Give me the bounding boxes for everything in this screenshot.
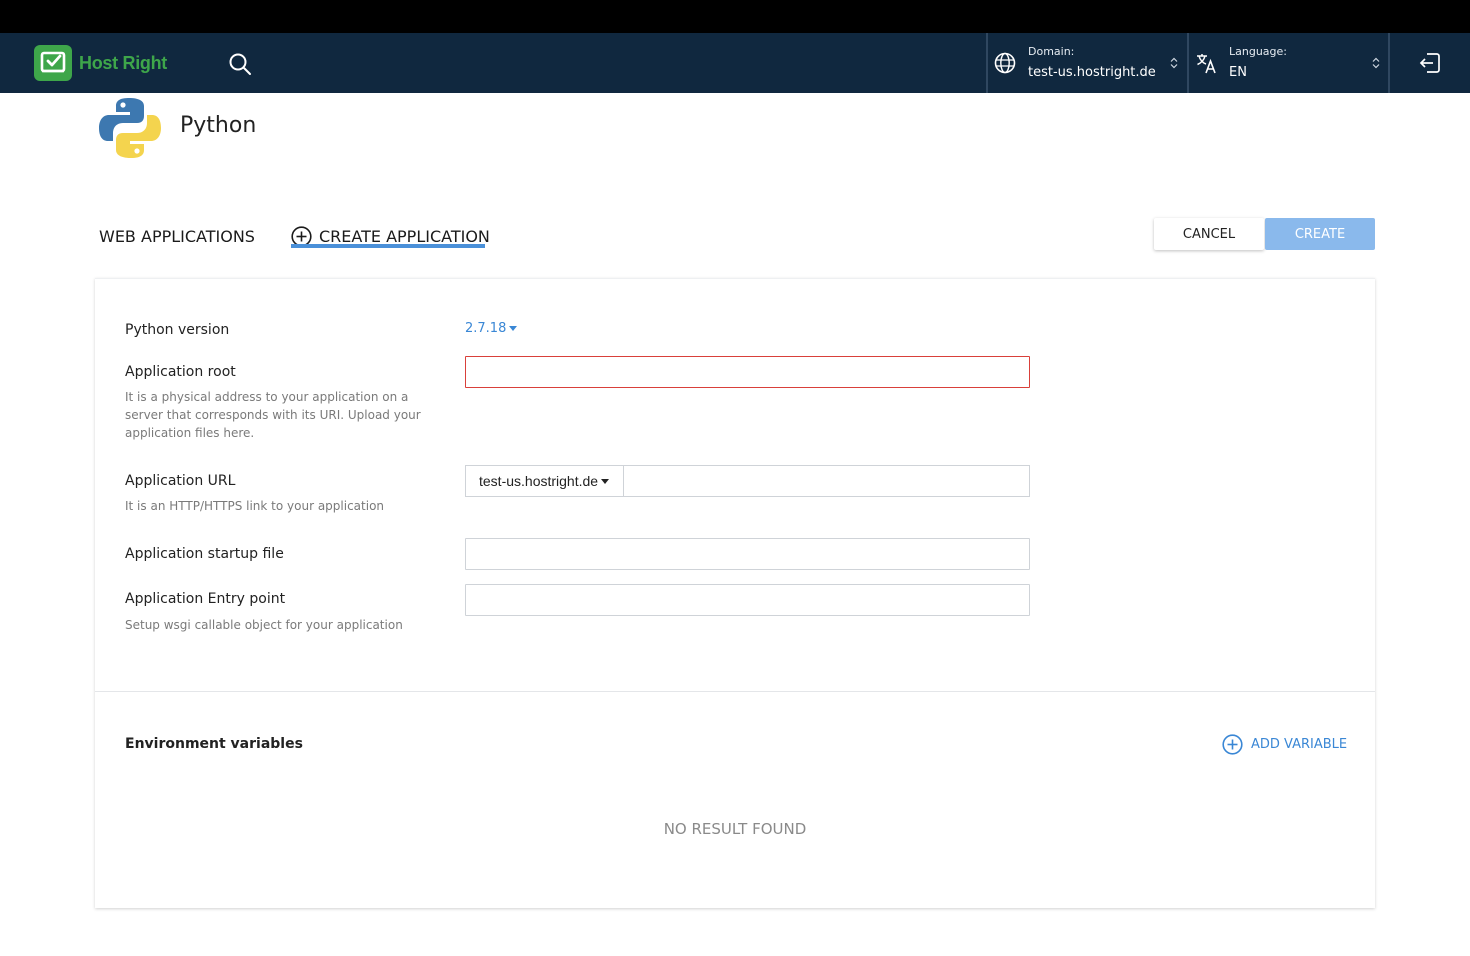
page-title: Python [180, 113, 257, 138]
entry-point-label: Application Entry point [125, 591, 286, 607]
url-domain-value: test-us.hostright.de [479, 473, 599, 489]
app-url-group: test-us.hostright.de [465, 465, 1030, 497]
add-variable-button[interactable]: ADD VARIABLE [1222, 734, 1347, 755]
cancel-button[interactable]: CANCEL [1154, 218, 1264, 250]
app-url-label: Application URL [125, 473, 236, 489]
startup-file-input[interactable] [465, 538, 1030, 570]
url-domain-select[interactable]: test-us.hostright.de [466, 466, 624, 496]
plus-circle-icon [1222, 734, 1243, 755]
language-label: Language: [1229, 45, 1287, 58]
chevron-updown-icon [1170, 57, 1178, 71]
language-value: EN [1229, 65, 1247, 80]
env-variables-title: Environment variables [125, 736, 303, 752]
python-logo-icon [98, 96, 162, 160]
app-root-help: It is a physical address to your applica… [125, 390, 421, 440]
globe-icon [994, 52, 1016, 78]
entry-point-help: Setup wsgi callable object for your appl… [125, 618, 403, 632]
chevron-updown-icon [1372, 57, 1380, 71]
active-tab-indicator [291, 244, 485, 248]
python-version-select[interactable]: 2.7.18 [465, 321, 518, 336]
brand[interactable]: Host Right [34, 45, 167, 81]
app-root-label: Application root [125, 364, 236, 380]
brand-name: Host Right [79, 52, 167, 73]
startup-file-label: Application startup file [125, 546, 284, 562]
app-url-help: It is an HTTP/HTTPS link to your applica… [125, 499, 385, 513]
domain-label: Domain: [1028, 45, 1075, 58]
brand-logo-icon [34, 45, 72, 81]
top-navbar: Host Right Domain: test-us.hostright.de [0, 33, 1470, 93]
caret-down-icon [601, 478, 610, 484]
entry-point-input[interactable] [465, 584, 1030, 616]
section-divider [95, 691, 1375, 692]
domain-selector[interactable]: Domain: test-us.hostright.de [988, 33, 1188, 93]
system-top-bar [0, 0, 1470, 33]
translate-icon [1196, 52, 1218, 78]
domain-value: test-us.hostright.de [1028, 65, 1156, 80]
app-url-input[interactable] [624, 466, 1029, 496]
logout-icon[interactable] [1419, 52, 1441, 74]
add-variable-label: ADD VARIABLE [1251, 737, 1348, 752]
empty-state-text: NO RESULT FOUND [663, 820, 807, 838]
tab-label: WEB APPLICATIONS [99, 226, 255, 246]
tab-web-applications[interactable]: WEB APPLICATIONS [99, 222, 255, 250]
tab-label: CREATE APPLICATION [319, 226, 490, 246]
python-version-value: 2.7.18 [465, 321, 507, 336]
python-version-label: Python version [125, 322, 230, 338]
caret-down-icon [509, 326, 518, 331]
create-application-card: Python version 2.7.18 Application root I… [95, 278, 1375, 908]
nav-divider [1388, 33, 1390, 93]
app-root-input[interactable] [465, 356, 1030, 388]
create-button[interactable]: CREATE [1265, 218, 1375, 250]
language-selector[interactable]: Language: EN [1189, 33, 1389, 93]
search-icon[interactable] [228, 52, 252, 76]
